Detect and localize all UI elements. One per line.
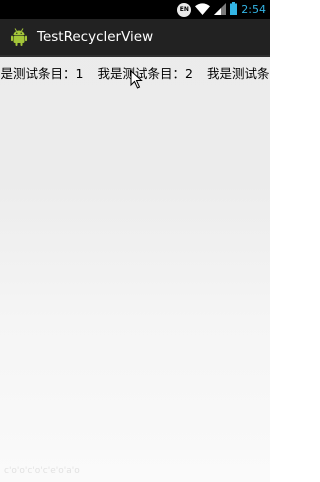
app-screen: EN 2:54 TestRecyclerView 是测试条目：1 我是测试条目：…: [0, 0, 270, 482]
app-title: TestRecyclerView: [37, 29, 154, 45]
signal-icon: [214, 0, 227, 19]
clock: 2:54: [241, 3, 266, 16]
status-icons: EN 2:54: [177, 2, 266, 17]
faint-footer-text: c'o'o'c'o'c'e'o'a'o: [4, 466, 80, 476]
mouse-cursor-icon: [130, 69, 144, 89]
action-bar: TestRecyclerView: [0, 19, 270, 57]
battery-icon: [230, 0, 238, 19]
list-item[interactable]: 我是测试条目：3: [207, 63, 270, 82]
status-bar: EN 2:54: [0, 0, 270, 19]
android-icon[interactable]: [9, 27, 29, 47]
list-item[interactable]: 我是测试条目：1: [0, 63, 83, 82]
wifi-icon: [195, 0, 211, 19]
list-item[interactable]: 我是测试条目：2: [97, 63, 192, 82]
input-language-badge: EN: [177, 2, 192, 17]
